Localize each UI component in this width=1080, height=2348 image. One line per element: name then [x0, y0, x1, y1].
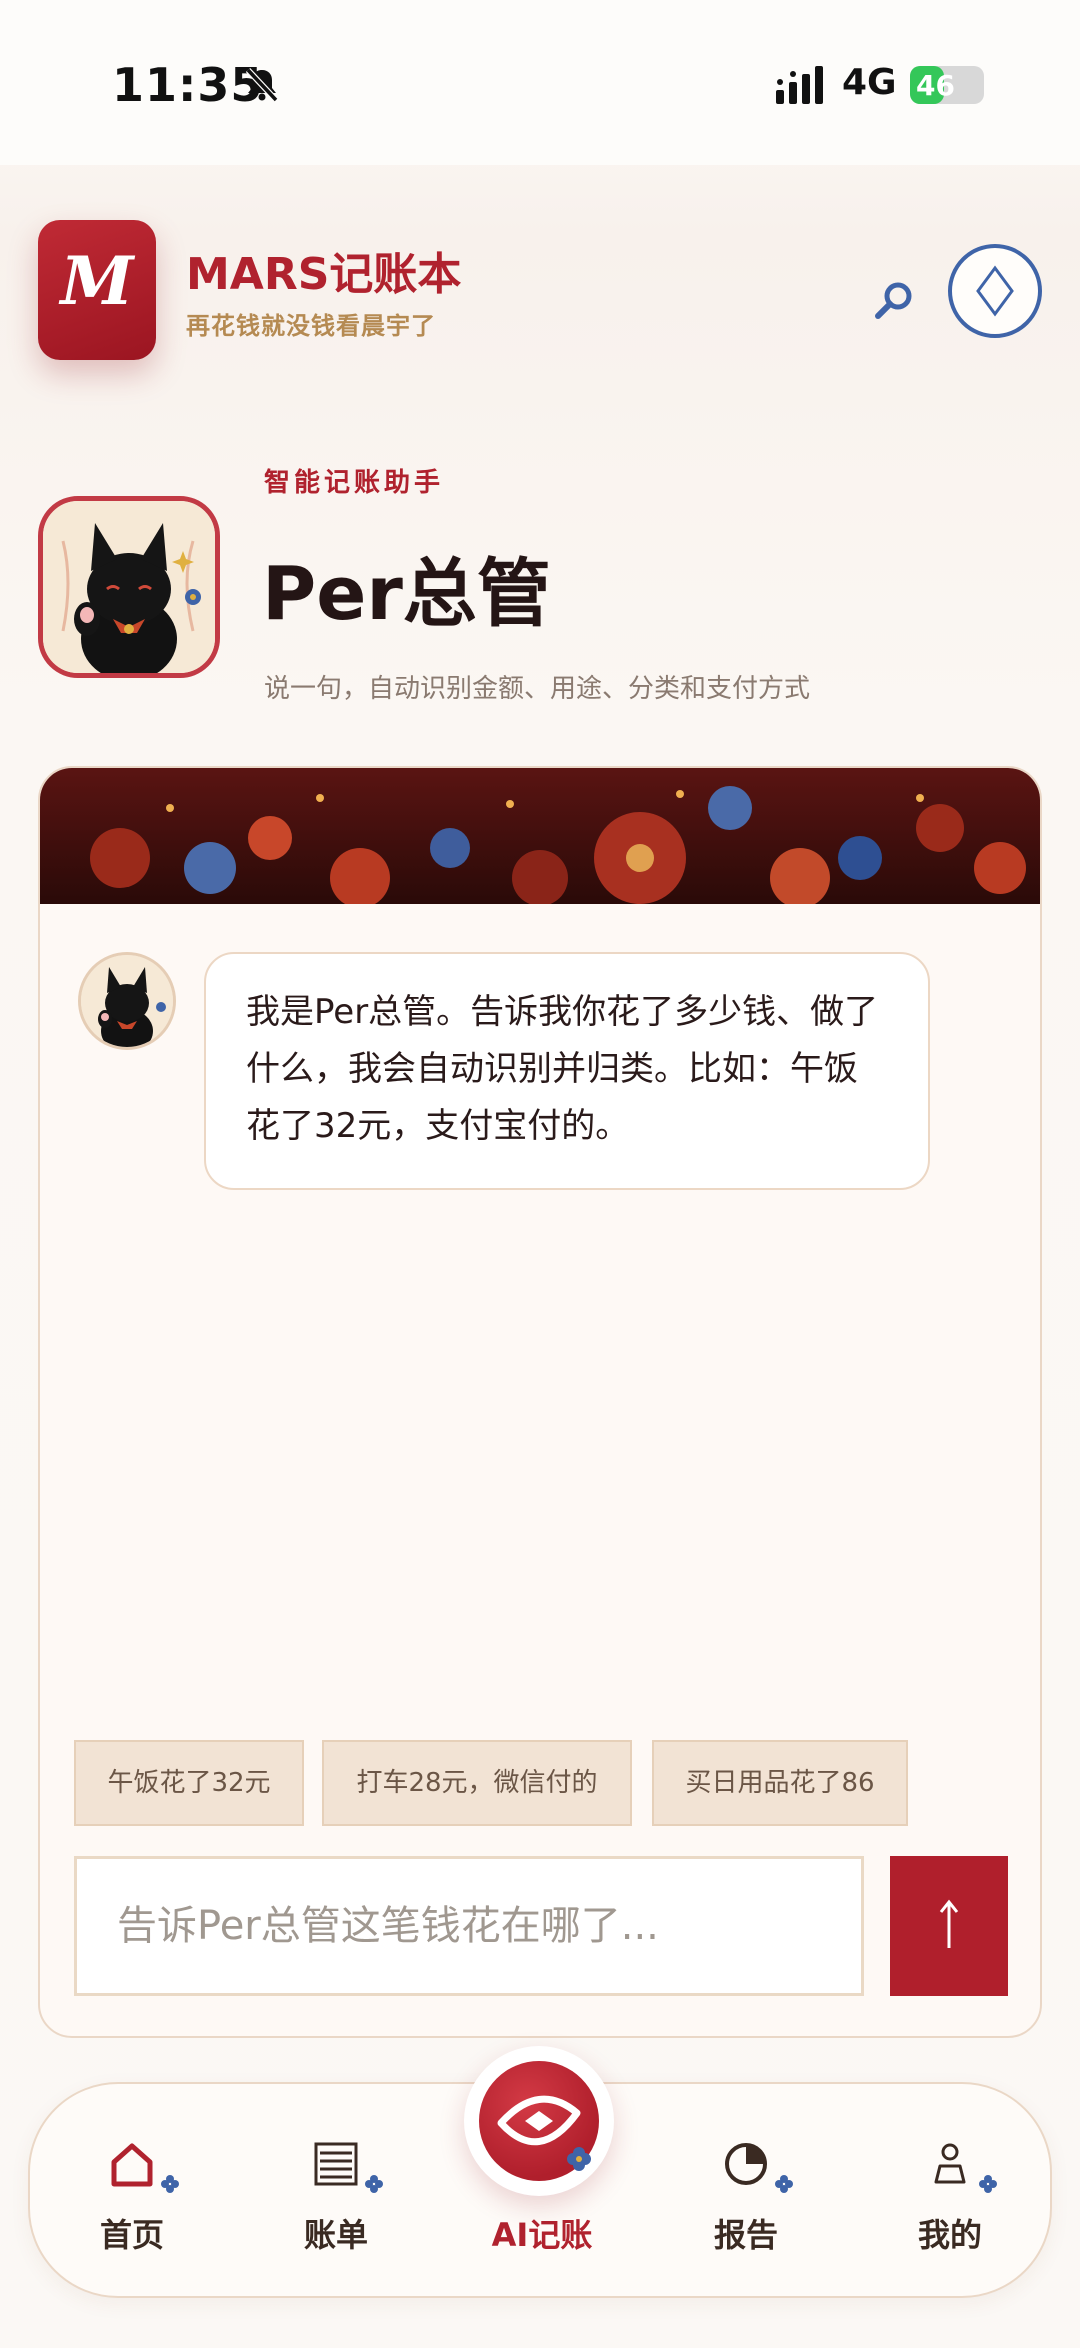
list-icon	[314, 2142, 358, 2186]
tab-mine[interactable]: 我的	[880, 2134, 1020, 2264]
black-cat-icon	[81, 955, 173, 1047]
app-logo-letter: M	[60, 242, 134, 320]
app-logo: M	[38, 220, 156, 360]
assistant-avatar	[38, 496, 220, 678]
suggestion-chip[interactable]: 午饭花了32元	[74, 1740, 304, 1826]
app-subtitle: 再花钱就没钱看晨宇了	[186, 312, 436, 340]
chat-input[interactable]: 告诉Per总管这笔钱花在哪了...	[74, 1856, 864, 1996]
bot-message-text: 我是Per总管。告诉我你花了多少钱、做了什么，我会自动识别并归类。比如：午饭花了…	[246, 992, 879, 1146]
status-bar: 11:35 4G 46	[0, 0, 1080, 165]
assistant-kicker: 智能记账助手	[264, 468, 445, 498]
chat-panel: 我是Per总管。告诉我你花了多少钱、做了什么，我会自动识别并归类。比如：午饭花了…	[38, 766, 1042, 2038]
tab-report[interactable]: 报告	[676, 2134, 816, 2264]
send-button[interactable]	[890, 1856, 1008, 1996]
tab-label: 首页	[99, 2216, 164, 2254]
tab-home[interactable]: 首页	[62, 2134, 202, 2264]
app-title: MARS记账本	[186, 249, 462, 300]
person-icon	[934, 2143, 966, 2184]
tab-label: AI记账	[491, 2216, 593, 2254]
tab-label: 账单	[303, 2216, 368, 2254]
flower-badge-icon	[775, 2175, 793, 2193]
home-icon	[111, 2143, 153, 2187]
assistant-name: Per总管	[262, 551, 551, 637]
ai-bookkeeping-fab[interactable]	[464, 2046, 614, 2196]
signal-icon	[776, 66, 823, 104]
bot-message-bubble: 我是Per总管。告诉我你花了多少钱、做了什么，我会自动识别并归类。比如：午饭花了…	[204, 952, 930, 1190]
bell-muted-icon	[245, 67, 279, 103]
arrow-up-icon	[939, 1899, 959, 1948]
network-type: 4G	[842, 62, 897, 103]
flower-badge-icon	[979, 2175, 997, 2193]
assistant-description: 说一句，自动识别金额、用途、分类和支付方式	[264, 674, 811, 704]
flower-badge-icon	[365, 2175, 383, 2193]
flower-badge-icon	[161, 2175, 179, 2193]
app-screen: 11:35 4G 46 M MARS记账本 再花钱就没钱看晨宇了 智能记账助手 …	[0, 0, 1080, 2348]
tab-label: 报告	[713, 2216, 778, 2254]
premium-button[interactable]	[948, 244, 1042, 338]
tab-label: 我的	[917, 2216, 982, 2254]
suggestion-chip[interactable]: 买日用品花了86	[652, 1740, 908, 1826]
tab-bills[interactable]: 账单	[266, 2134, 406, 2264]
black-cat-icon	[43, 501, 215, 673]
battery-percent: 46	[916, 69, 955, 102]
pie-chart-icon	[725, 2143, 767, 2185]
bot-avatar	[78, 952, 176, 1050]
suggestion-chip[interactable]: 打车28元，微信付的	[322, 1740, 632, 1826]
diamond-icon	[976, 265, 1014, 317]
floral-banner	[40, 768, 1040, 904]
status-time: 11:35	[112, 58, 264, 112]
battery-icon: 46	[910, 66, 984, 104]
search-icon[interactable]	[872, 278, 916, 322]
ai-logo-icon	[479, 2061, 599, 2181]
